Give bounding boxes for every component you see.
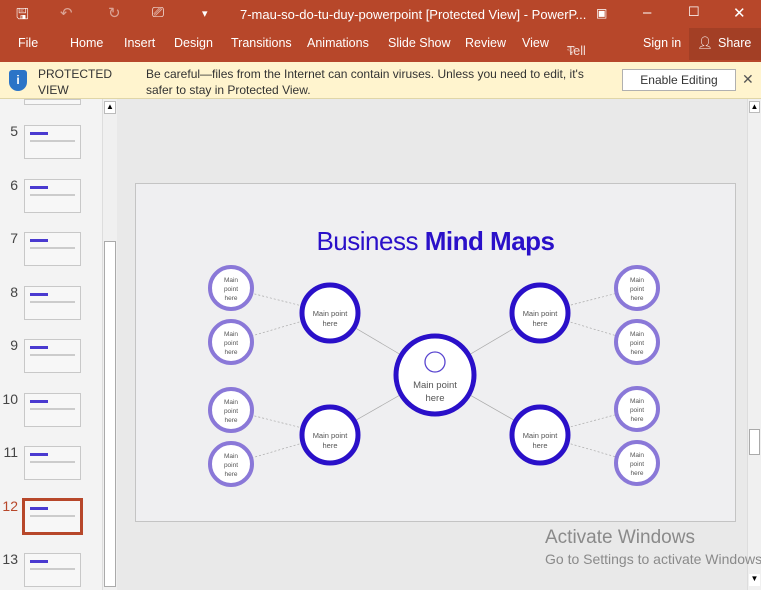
leaf-node-label: Main bbox=[224, 399, 238, 406]
leaf-node-label: point bbox=[224, 408, 238, 415]
leaf-node-label: Main bbox=[224, 453, 238, 460]
leaf-node-label: point bbox=[224, 340, 238, 347]
branch-node-label: here bbox=[532, 319, 547, 328]
leaf-node-label: here bbox=[224, 417, 237, 424]
leaf-node-label: Main bbox=[630, 277, 644, 284]
scroll-down-icon[interactable]: ▼ bbox=[749, 574, 760, 586]
activate-windows-subtitle: Go to Settings to activate Windows. bbox=[545, 551, 761, 567]
leaf-node-label: here bbox=[224, 349, 237, 356]
editor-scrollbar[interactable]: ▲ ▼ bbox=[747, 99, 761, 590]
branch-node-label: here bbox=[532, 441, 547, 450]
leaf-node-label: Main bbox=[224, 277, 238, 284]
mind-map: Main pointhereMain pointhereMain pointhe… bbox=[208, 265, 660, 487]
center-node-label: Main point bbox=[413, 380, 457, 391]
branch-node-label: Main point bbox=[523, 431, 559, 440]
leaf-node-label: point bbox=[630, 461, 644, 468]
branch-node-label: Main point bbox=[523, 309, 559, 318]
center-node-label: here bbox=[425, 393, 444, 404]
leaf-node-label: Main bbox=[630, 398, 644, 405]
leaf-node-label: point bbox=[224, 286, 238, 293]
leaf-node-label: here bbox=[630, 416, 643, 423]
leaf-node-label: Main bbox=[224, 331, 238, 338]
leaf-node-label: point bbox=[630, 286, 644, 293]
leaf-node-label: here bbox=[224, 471, 237, 478]
branch-node-label: Main point bbox=[313, 431, 349, 440]
scrollbar-thumb[interactable] bbox=[749, 429, 760, 455]
leaf-node-label: here bbox=[630, 349, 643, 356]
leaf-node-label: point bbox=[630, 340, 644, 347]
leaf-node-label: here bbox=[630, 470, 643, 477]
leaf-node-label: Main bbox=[630, 452, 644, 459]
activate-windows-title: Activate Windows bbox=[545, 527, 695, 548]
branch-node-label: Main point bbox=[313, 309, 349, 318]
leaf-node-label: point bbox=[630, 407, 644, 414]
branch-node-label: here bbox=[322, 441, 337, 450]
branch-node-label: here bbox=[322, 319, 337, 328]
leaf-node-label: point bbox=[224, 462, 238, 469]
leaf-node-label: here bbox=[224, 295, 237, 302]
leaf-node-label: here bbox=[630, 295, 643, 302]
scroll-up-icon[interactable]: ▲ bbox=[749, 101, 760, 113]
leaf-node-label: Main bbox=[630, 331, 644, 338]
